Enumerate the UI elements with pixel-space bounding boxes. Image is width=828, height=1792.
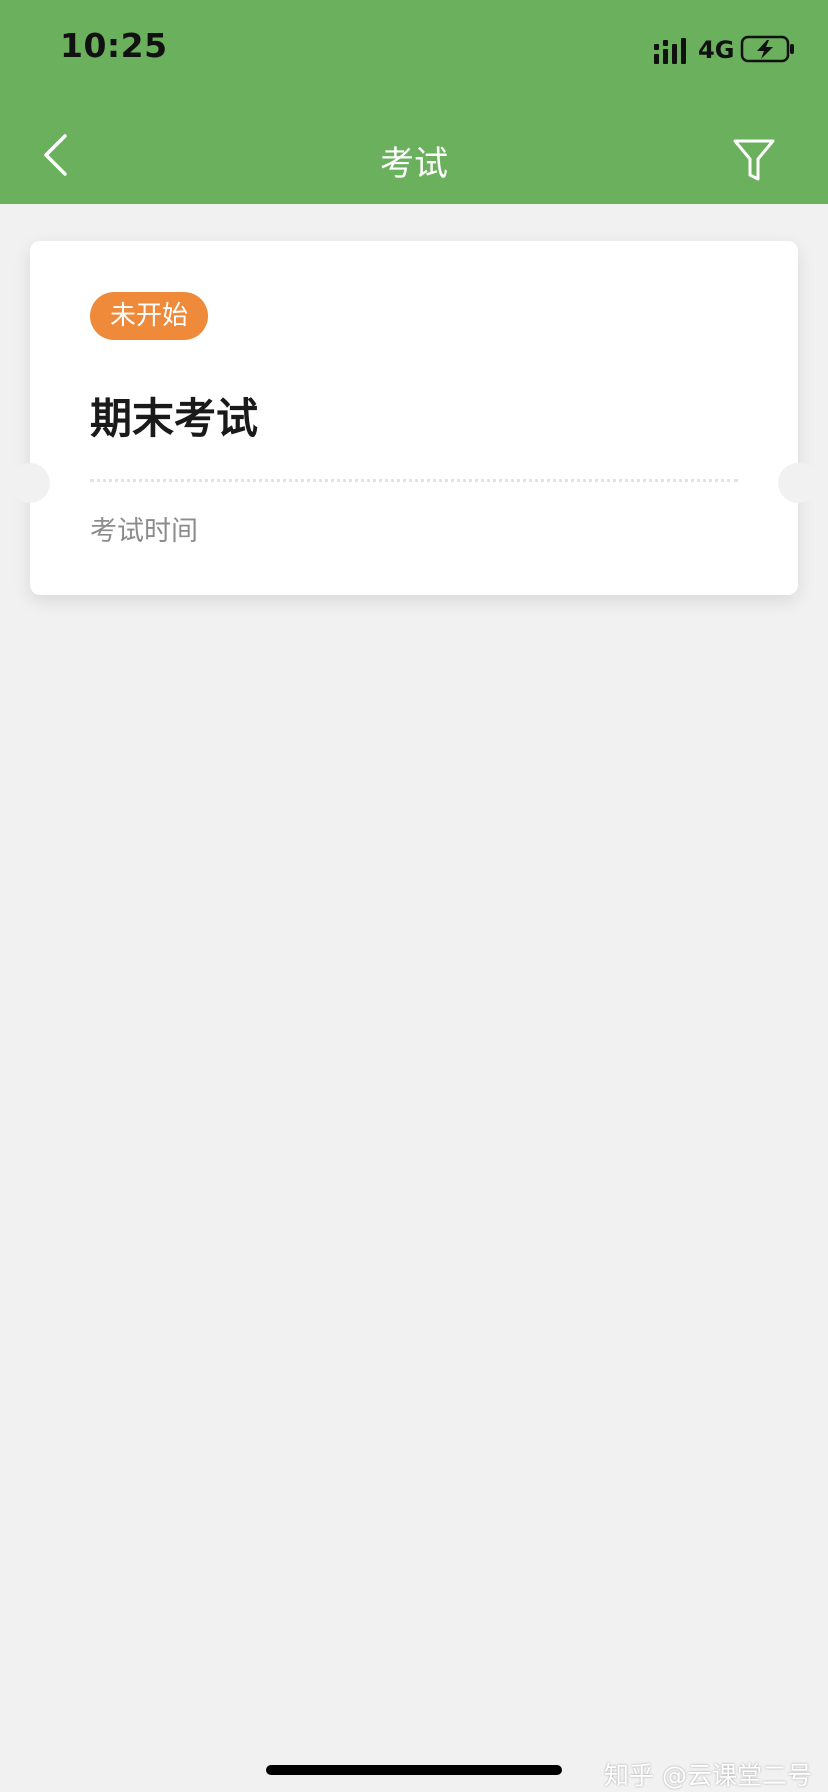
card-divider bbox=[90, 479, 738, 482]
status-time: 10:25 bbox=[60, 26, 168, 65]
exam-title: 期末考试 bbox=[90, 394, 259, 443]
watermark: 知乎 @云课堂二号 bbox=[604, 1761, 812, 1790]
signal-icon bbox=[654, 38, 686, 64]
exam-time-label: 考试时间 bbox=[90, 516, 198, 547]
card-notch-right bbox=[778, 463, 818, 503]
battery-charging-icon bbox=[740, 35, 794, 63]
network-type: 4G bbox=[698, 36, 735, 64]
app-header: 10:25 4G 考试 bbox=[0, 0, 828, 204]
status-badge: 未开始 bbox=[90, 292, 209, 340]
card-notch-left bbox=[10, 463, 50, 503]
page-title: 考试 bbox=[380, 144, 448, 184]
exam-card[interactable]: 未开始 期末考试 考试时间 bbox=[30, 241, 798, 595]
filter-button[interactable] bbox=[732, 132, 776, 188]
filter-icon bbox=[733, 139, 775, 181]
home-indicator[interactable] bbox=[266, 1765, 562, 1775]
